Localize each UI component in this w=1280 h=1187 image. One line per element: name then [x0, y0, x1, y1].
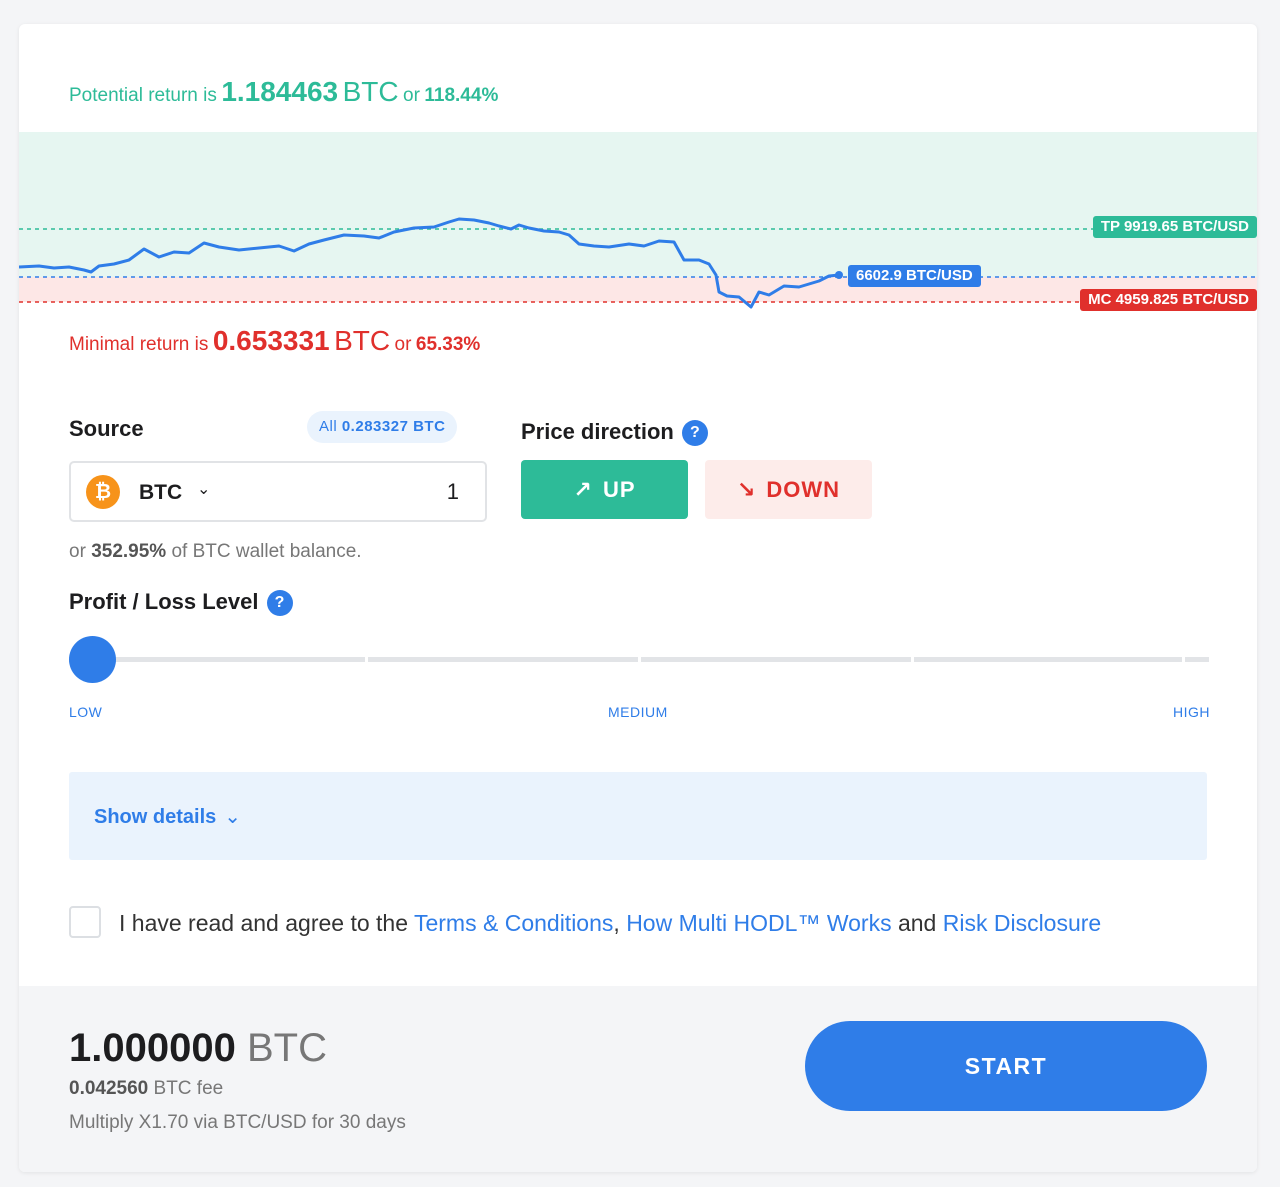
profit-loss-slider[interactable] — [69, 634, 1209, 684]
multi-hodl-card: Potential return is 1.184463 BTC or 118.… — [19, 24, 1257, 1172]
tp-price-tag: TP 9919.65 BTC/USD — [1092, 216, 1257, 238]
current-price-point — [835, 271, 843, 279]
slider-label-medium: MEDIUM — [608, 704, 668, 720]
price-direction-title: Price direction? — [521, 419, 708, 446]
help-icon[interactable]: ? — [681, 420, 708, 446]
chevron-down-icon[interactable]: ⌄ — [197, 479, 210, 499]
agree-checkbox[interactable] — [69, 906, 101, 938]
currency-select[interactable]: BTC — [139, 481, 182, 505]
show-details-toggle[interactable]: Show details ⌄ — [94, 804, 241, 829]
multiply-info: Multiply X1.70 via BTC/USD for 30 days — [69, 1112, 406, 1133]
how-it-works-link[interactable]: How Multi HODL™ Works — [626, 910, 891, 936]
slider-label-low: LOW — [69, 704, 103, 720]
source-amount-field: ₿ BTC ⌄ — [69, 461, 487, 522]
details-panel: Show details ⌄ — [69, 772, 1207, 860]
start-button[interactable]: START — [805, 1021, 1207, 1111]
use-all-balance-button[interactable]: All 0.283327 BTC — [307, 411, 458, 443]
chevron-down-icon: ⌄ — [224, 806, 242, 828]
agreement-text: I have read and agree to the Terms & Con… — [119, 910, 1102, 936]
current-price-tag: 6602.9 BTC/USD — [848, 265, 981, 287]
slider-label-high: HIGH — [1173, 704, 1210, 720]
total-amount: 1.000000 BTC — [69, 1026, 327, 1070]
amount-input[interactable] — [259, 479, 459, 505]
summary-footer: 1.000000 BTC 0.042560 BTC fee Multiply X… — [19, 986, 1257, 1172]
direction-down-button[interactable]: ↘ DOWN — [705, 460, 872, 519]
source-title: Source — [69, 416, 144, 441]
help-icon[interactable]: ? — [266, 590, 293, 616]
slider-track-segment — [1185, 657, 1209, 662]
slider-track-segment — [368, 657, 638, 662]
wallet-balance-note: or 352.95% of BTC wallet balance. — [69, 541, 362, 562]
bitcoin-icon: ₿ — [86, 475, 120, 509]
slider-knob[interactable] — [69, 636, 116, 683]
minimal-return: Minimal return is 0.653331 BTC or 65.33% — [69, 325, 481, 356]
price-chart-svg — [19, 132, 1257, 309]
slider-track-segment — [914, 657, 1182, 662]
potential-return: Potential return is 1.184463 BTC or 118.… — [69, 76, 499, 107]
direction-up-button[interactable]: ↗ UP — [521, 460, 688, 519]
arrow-up-right-icon: ↗ — [573, 477, 593, 502]
profit-loss-title: Profit / Loss Level? — [69, 589, 293, 616]
price-chart: TP 9919.65 BTC/USD 6602.9 BTC/USD MC 495… — [19, 132, 1257, 322]
arrow-down-right-icon: ↘ — [736, 477, 757, 502]
risk-disclosure-link[interactable]: Risk Disclosure — [943, 910, 1101, 936]
loss-zone — [19, 277, 1257, 302]
profit-zone — [19, 132, 1257, 277]
mc-price-tag: MC 4959.825 BTC/USD — [1080, 289, 1257, 311]
terms-link[interactable]: Terms & Conditions — [414, 910, 613, 936]
fee-text: 0.042560 BTC fee — [69, 1078, 224, 1099]
slider-track-segment — [641, 657, 911, 662]
